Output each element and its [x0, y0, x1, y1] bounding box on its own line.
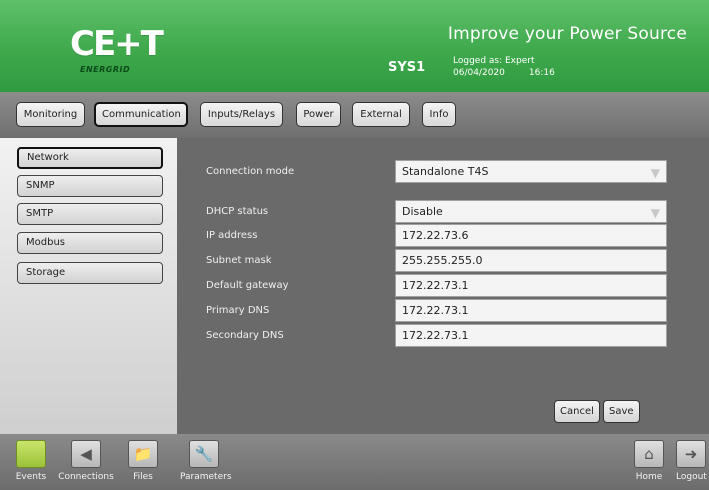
- footer-connections[interactable]: ◀ Connections: [58, 440, 114, 482]
- tab-external[interactable]: External: [352, 102, 410, 127]
- chevron-down-icon: ▼: [650, 166, 660, 180]
- logo-text: CE+T: [70, 24, 164, 64]
- footer-events-label: Events: [15, 472, 47, 482]
- tagline: Improve your Power Source: [447, 24, 687, 44]
- logged-as-text: Logged as: Expert: [453, 56, 535, 66]
- tab-communication[interactable]: Communication: [94, 102, 188, 127]
- sidebar-item-network[interactable]: Network: [17, 147, 163, 169]
- save-button[interactable]: Save: [603, 400, 640, 423]
- folder-icon: 📁: [128, 440, 158, 468]
- secondary-dns-input[interactable]: 172.22.73.1: [395, 324, 667, 347]
- subnet-mask-label: Subnet mask: [206, 255, 272, 266]
- connection-mode-value: Standalone T4S: [402, 165, 489, 178]
- time-text: 16:16: [528, 68, 555, 78]
- tab-monitoring[interactable]: Monitoring: [16, 102, 85, 127]
- secondary-dns-label: Secondary DNS: [206, 330, 284, 341]
- footer-bar: Events ◀ Connections 📁 Files 🔧 Parameter…: [0, 434, 709, 490]
- default-gateway-input[interactable]: 172.22.73.1: [395, 274, 667, 297]
- ip-address-label: IP address: [206, 230, 258, 241]
- dhcp-status-select[interactable]: Disable ▼: [395, 200, 667, 223]
- sidebar-item-smtp[interactable]: SMTP: [17, 203, 163, 225]
- wrench-icon: 🔧: [189, 440, 219, 468]
- sidebar: Network SNMP SMTP Modbus Storage: [0, 138, 177, 434]
- footer-parameters-label: Parameters: [180, 472, 232, 482]
- tab-info[interactable]: Info: [422, 102, 456, 127]
- cancel-button[interactable]: Cancel: [554, 400, 600, 423]
- connection-mode-label: Connection mode: [206, 166, 295, 177]
- chevron-down-icon: ▼: [650, 206, 660, 220]
- date-text: 06/04/2020: [453, 68, 505, 78]
- system-name: SYS1: [388, 60, 426, 75]
- footer-events[interactable]: Events: [14, 440, 48, 482]
- tab-bar: Monitoring Communication Inputs/Relays P…: [0, 92, 709, 138]
- logo-subtext: ENERGRID: [80, 65, 131, 74]
- brand-logo: CE+T ENERGRID: [70, 25, 164, 75]
- footer-logout-label: Logout: [676, 472, 707, 482]
- default-gateway-label: Default gateway: [206, 280, 289, 291]
- footer-home[interactable]: ⌂ Home: [634, 440, 664, 482]
- footer-logout[interactable]: ➜ Logout: [676, 440, 707, 482]
- datetime: 06/04/2020 16:16: [453, 67, 579, 79]
- play-icon: ◀: [71, 440, 101, 468]
- tab-inputs-relays[interactable]: Inputs/Relays: [200, 102, 283, 127]
- footer-parameters[interactable]: 🔧 Parameters: [180, 440, 232, 482]
- logout-icon: ➜: [676, 440, 706, 468]
- footer-home-label: Home: [635, 472, 663, 482]
- footer-files-label: Files: [133, 472, 153, 482]
- square-icon: [16, 440, 46, 468]
- footer-connections-label: Connections: [58, 472, 114, 482]
- dhcp-status-label: DHCP status: [206, 206, 269, 217]
- subnet-mask-input[interactable]: 255.255.255.0: [395, 249, 667, 272]
- header-bar: CE+T ENERGRID Improve your Power Source …: [0, 0, 709, 92]
- sidebar-item-modbus[interactable]: Modbus: [17, 232, 163, 254]
- footer-files[interactable]: 📁 Files: [128, 440, 158, 482]
- tab-power[interactable]: Power: [296, 102, 341, 127]
- sidebar-item-storage[interactable]: Storage: [17, 262, 163, 284]
- ip-address-input[interactable]: 172.22.73.6: [395, 224, 667, 247]
- primary-dns-label: Primary DNS: [206, 305, 270, 316]
- dhcp-status-value: Disable: [402, 205, 443, 218]
- login-info: Logged as: Expert 06/04/2020 16:16: [453, 55, 579, 79]
- network-settings-panel: Connection mode Standalone T4S ▼ DHCP st…: [177, 138, 709, 434]
- connection-mode-select[interactable]: Standalone T4S ▼: [395, 160, 667, 183]
- sidebar-item-snmp[interactable]: SNMP: [17, 175, 163, 197]
- primary-dns-input[interactable]: 172.22.73.1: [395, 299, 667, 322]
- home-icon: ⌂: [634, 440, 664, 468]
